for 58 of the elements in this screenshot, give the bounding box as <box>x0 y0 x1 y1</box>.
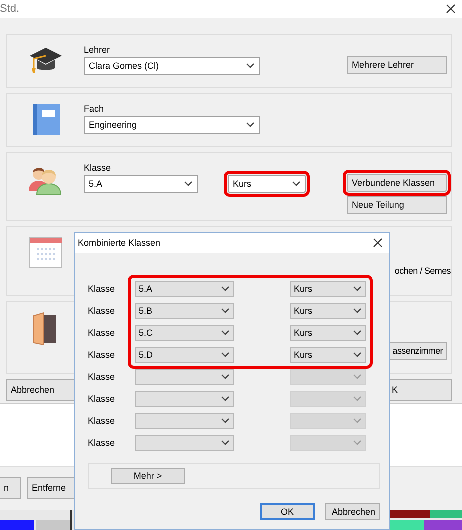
chevron-icon <box>221 396 230 402</box>
field-label: ochen / Semes <box>394 266 451 276</box>
close-icon[interactable] <box>446 4 456 14</box>
field-label: Klasse <box>88 371 116 384</box>
chevron-icon <box>353 440 362 446</box>
chevron-icon <box>221 352 230 358</box>
chevron-icon <box>246 122 255 128</box>
dropdown[interactable]: 5.A <box>135 281 234 297</box>
cancel-button[interactable]: Abbrechen <box>325 503 380 520</box>
button[interactable]: Neue Teilung <box>347 196 447 214</box>
chevron-icon <box>184 181 193 187</box>
dropdown[interactable] <box>135 391 234 407</box>
chevron-icon <box>221 308 230 314</box>
dropdown[interactable]: Engineering <box>84 116 260 134</box>
field-label: Lehrer <box>84 45 112 55</box>
dropdown[interactable]: Kurs <box>290 325 366 341</box>
chevron-icon <box>353 352 362 358</box>
ok-button[interactable]: OK <box>260 503 315 520</box>
dropdown[interactable] <box>135 369 234 385</box>
field-label: Klasse <box>88 305 116 318</box>
chevron-icon <box>353 374 362 380</box>
chevron-icon <box>353 308 362 314</box>
chevron-icon <box>353 418 362 424</box>
dropdown[interactable]: Kurs <box>290 281 366 297</box>
chevron-icon <box>246 63 255 69</box>
window-title: Std. <box>0 3 20 15</box>
field-label: Klasse <box>88 283 116 296</box>
field-label: Fach <box>84 104 106 114</box>
chevron-icon <box>353 330 362 336</box>
dropdown[interactable]: 5.C <box>135 325 234 341</box>
chevron-icon <box>221 440 230 446</box>
field-label: Klasse <box>84 163 112 173</box>
chevron-icon <box>221 286 230 292</box>
dropdown[interactable] <box>135 413 234 429</box>
more-button[interactable]: Mehr > <box>111 468 185 484</box>
button[interactable]: n <box>0 477 21 499</box>
chevron-icon <box>292 181 301 187</box>
chevron-icon <box>221 374 230 380</box>
dropdown[interactable] <box>135 435 234 451</box>
chevron-icon <box>353 286 362 292</box>
chevron-icon <box>221 418 230 424</box>
field-label: Klasse <box>88 393 116 406</box>
close-icon[interactable] <box>373 238 383 248</box>
dropdown[interactable]: Clara Gomes (Cl) <box>84 57 260 75</box>
dropdown[interactable]: Kurs <box>290 347 366 363</box>
dialog-title: Kombinierte Klassen <box>78 238 161 248</box>
dropdown[interactable]: 5.D <box>135 347 234 363</box>
chevron-icon <box>221 330 230 336</box>
button[interactable]: Mehrere Lehrer <box>347 56 447 74</box>
field-label: Klasse <box>88 415 116 428</box>
field-label: Klasse <box>88 437 116 450</box>
field-label: Klasse <box>88 327 116 340</box>
chevron-icon <box>353 396 362 402</box>
dropdown[interactable]: 5.B <box>135 303 234 319</box>
dropdown[interactable]: Kurs <box>290 303 366 319</box>
dropdown[interactable]: 5.A <box>84 175 198 193</box>
field-label: Klasse <box>88 349 116 362</box>
calendar-icon <box>28 235 64 271</box>
